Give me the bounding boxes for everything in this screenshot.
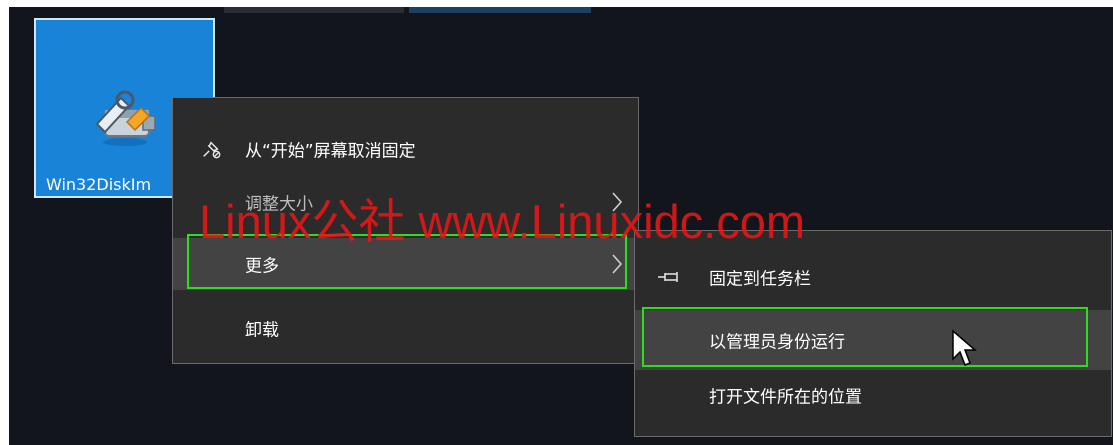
menu-item-unpin[interactable]: 从“开始”屏幕取消固定 xyxy=(173,123,638,175)
pin-icon xyxy=(658,272,678,282)
menu-item-label: 卸载 xyxy=(245,320,279,341)
submenu-item-open-location[interactable]: 打开文件所在的位置 xyxy=(635,369,1111,421)
desktop: Win32DiskIm 从“开始”屏幕取消固定 调整大小 更多 卸载 固定到任务… xyxy=(9,7,1113,445)
mouse-cursor-icon xyxy=(952,329,977,366)
tile-label: Win32DiskIm xyxy=(46,175,152,194)
watermark: Linux公社 www.Linuxidc.com xyxy=(199,195,805,248)
tile-strip xyxy=(409,7,591,13)
menu-item-label: 更多 xyxy=(245,256,279,277)
chevron-right-icon xyxy=(612,254,623,274)
unpin-icon xyxy=(203,141,221,159)
submenu-item-pin-taskbar[interactable]: 固定到任务栏 xyxy=(635,251,1111,303)
submenu: 固定到任务栏 以管理员身份运行 打开文件所在的位置 xyxy=(634,230,1112,437)
menu-item-label: 打开文件所在的位置 xyxy=(709,387,862,408)
menu-item-label: 从“开始”屏幕取消固定 xyxy=(245,141,416,162)
usb-disk-wrench-icon xyxy=(95,90,156,146)
menu-item-label: 固定到任务栏 xyxy=(709,269,811,290)
submenu-item-run-as-admin[interactable]: 以管理员身份运行 xyxy=(635,310,1111,370)
tile-strip xyxy=(224,7,404,13)
menu-item-label: 以管理员身份运行 xyxy=(709,332,845,353)
menu-item-uninstall[interactable]: 卸载 xyxy=(173,302,638,354)
